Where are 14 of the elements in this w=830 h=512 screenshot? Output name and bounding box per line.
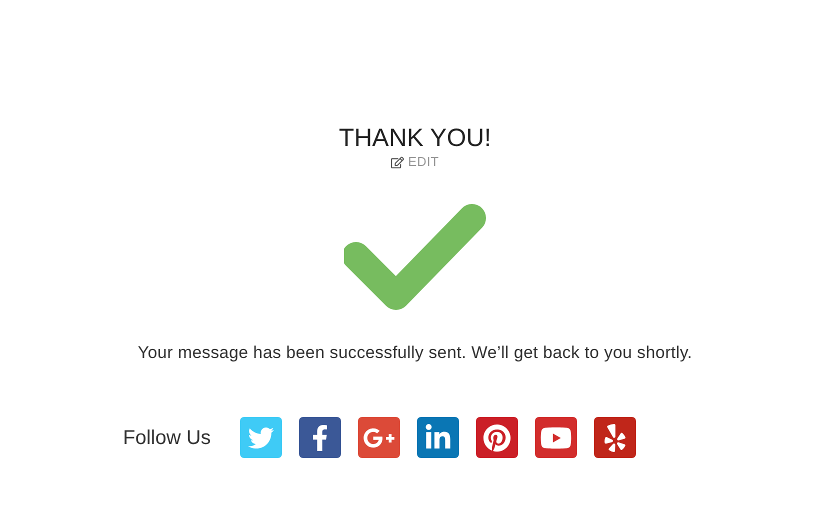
social-link[interactable]	[417, 417, 459, 458]
edit-link[interactable]: EDIT	[391, 154, 439, 170]
in-logo-icon	[424, 424, 452, 452]
social-link[interactable]	[476, 417, 518, 458]
social-link[interactable]	[594, 417, 636, 458]
checkmark-icon	[344, 202, 486, 312]
bird-icon	[248, 424, 274, 450]
page-title: THANK YOU!	[338, 123, 492, 154]
social-link[interactable]	[299, 417, 341, 458]
follow-label: Follow Us	[123, 426, 212, 450]
edit-icon	[391, 156, 404, 168]
social-link[interactable]	[358, 417, 400, 458]
social-link[interactable]	[535, 417, 577, 458]
success-message: Your message has been successfully sent. We’ll get back to you shortly.	[138, 342, 692, 364]
